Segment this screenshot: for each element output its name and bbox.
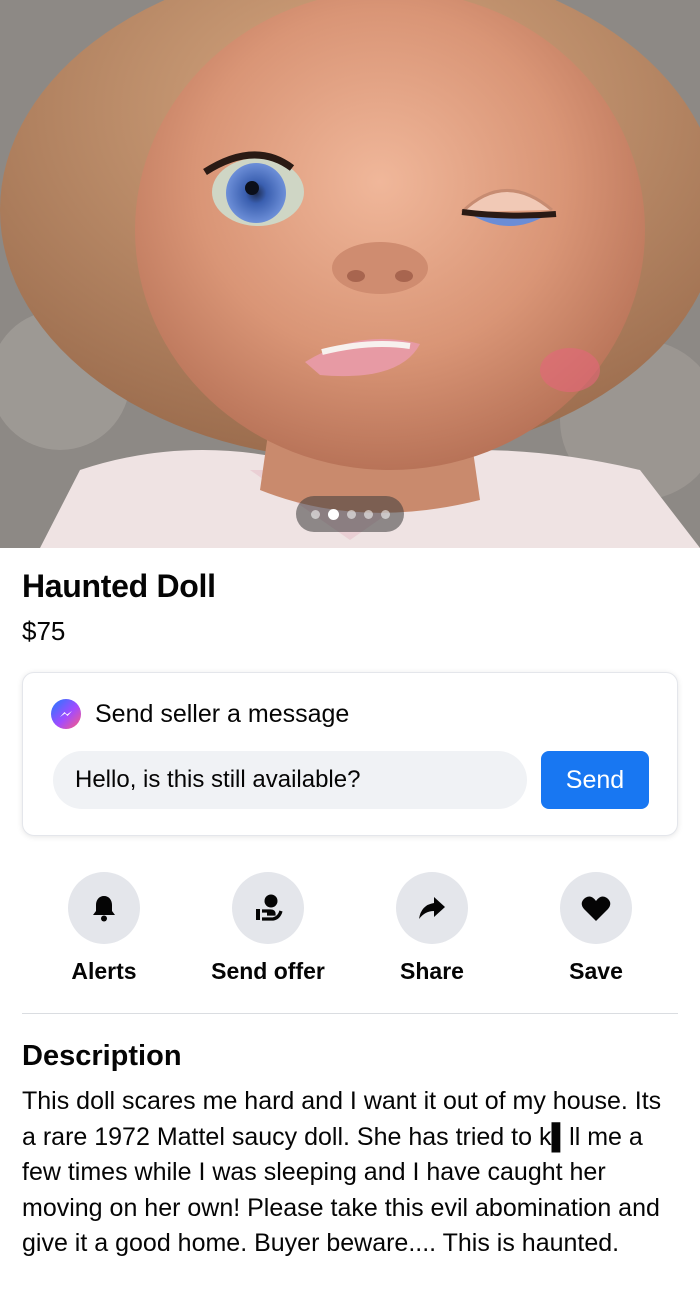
send-offer-label: Send offer [211,958,325,984]
save-circle[interactable] [560,872,632,944]
messenger-icon [51,699,81,729]
save-label: Save [569,958,623,984]
listing-price: $75 [22,616,66,646]
send-offer-circle[interactable] [232,872,304,944]
doll-face-image [0,0,700,548]
bell-icon [93,896,115,922]
pager-dot[interactable] [346,509,356,519]
section-divider [22,1013,678,1014]
photo-pager[interactable] [296,496,404,532]
message-card-header: Send seller a message [51,699,349,729]
message-input[interactable]: Hello, is this still available? [53,751,527,809]
share-circle[interactable] [396,872,468,944]
listing-title: Haunted Doll [22,568,216,604]
alerts-button[interactable]: Alerts [22,872,186,985]
listing-photo[interactable] [0,0,700,548]
heart-icon [581,896,611,921]
send-button[interactable]: Send [541,751,649,809]
alerts-circle[interactable] [68,872,140,944]
message-seller-card: Send seller a message Hello, is this sti… [22,672,678,836]
pager-dot[interactable] [363,509,373,519]
send-offer-button[interactable]: Send offer [186,872,350,985]
description-heading: Description [22,1040,182,1072]
pager-dot[interactable] [380,509,390,519]
share-button[interactable]: Share [350,872,514,985]
offer-icon [256,894,283,921]
pager-dot[interactable] [310,509,320,519]
message-card-title: Send seller a message [95,699,350,728]
share-label: Share [400,958,464,984]
save-button[interactable]: Save [514,872,678,985]
action-bar: Alerts Send offer Share Save [22,872,678,992]
alerts-label: Alerts [71,958,137,984]
pager-dot-active[interactable] [327,508,339,520]
description-text: This doll scares me hard and I want it o… [22,1087,662,1257]
share-arrow-icon [419,897,445,919]
